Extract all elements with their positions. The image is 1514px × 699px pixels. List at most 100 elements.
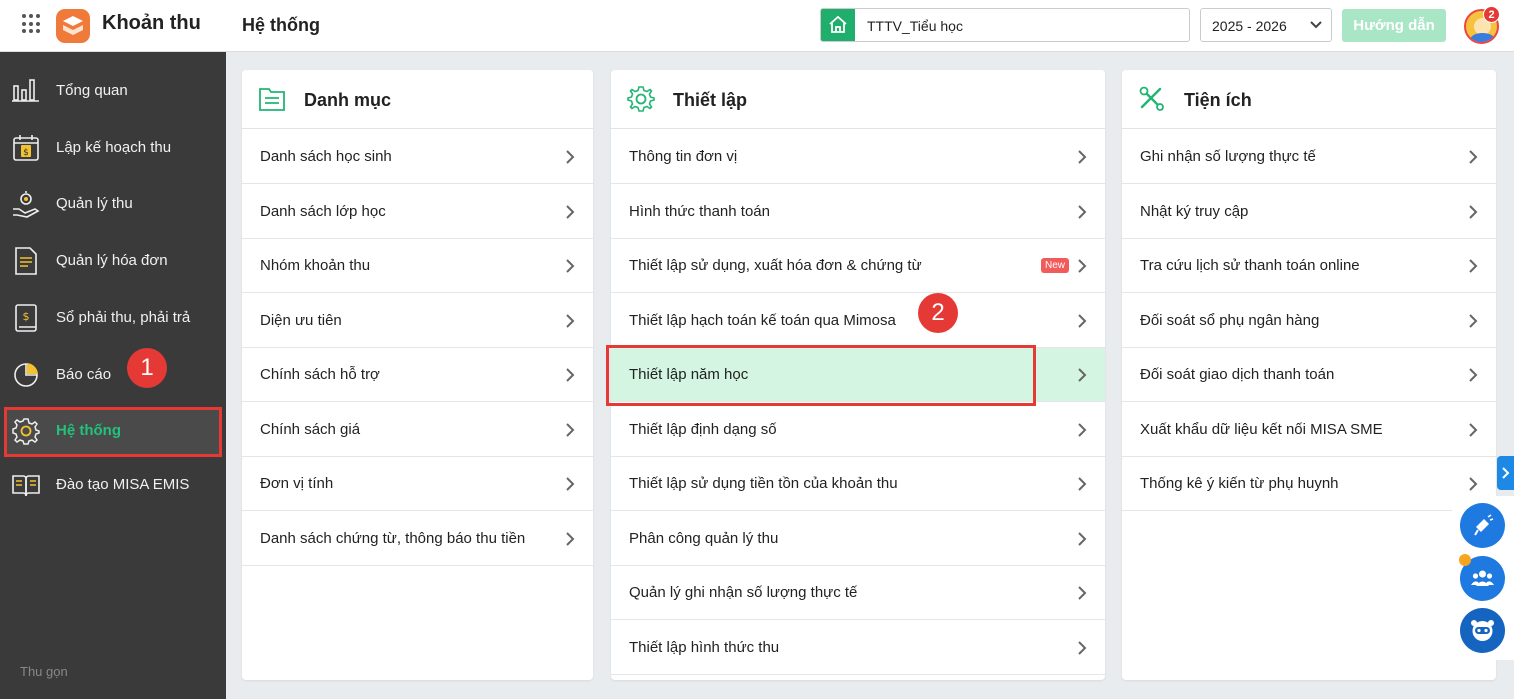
top-header: Khoản thu Hệ thống TTTV_Tiểu học 2025 - … (0, 0, 1514, 52)
menu-row-label: Danh sách học sinh (260, 148, 392, 165)
chatbot-icon[interactable] (1460, 608, 1505, 653)
panel-header: Thiết lập (611, 70, 1105, 129)
menu-row[interactable]: Phân công quản lý thu (611, 512, 1105, 566)
menu-row-label: Thông tin đơn vị (629, 148, 738, 165)
menu-row[interactable]: Thống kê ý kiến từ phụ huynh (1122, 457, 1496, 511)
bar-chart-icon (12, 79, 39, 102)
menu-row[interactable]: Chính sách hỗ trợ (242, 348, 593, 402)
menu-row-label: Thiết lập sử dụng, xuất hóa đơn & chứng … (629, 257, 922, 274)
sidebar-item-quan-ly-hoa-don[interactable]: Quản lý hóa đơn (0, 236, 226, 286)
menu-row[interactable]: Thiết lập sử dụng tiền tồn của khoản thu (611, 457, 1105, 511)
menu-row-label: Danh sách chứng từ, thông báo thu tiền (260, 529, 526, 547)
chevron-right-icon (1078, 204, 1087, 219)
sidebar-item-lap-ke-hoach-thu[interactable]: $ Lập kế hoạch thu (0, 123, 226, 173)
chevron-right-icon (1078, 640, 1087, 655)
menu-row[interactable]: Danh sách học sinh (242, 130, 593, 184)
panel-header: Danh mục (242, 70, 593, 129)
menu-row[interactable]: Nhật ký truy cập (1122, 185, 1496, 239)
chevron-right-icon (1078, 477, 1087, 491)
chevron-right-icon (1078, 531, 1087, 546)
chevron-right-icon (1469, 477, 1478, 491)
chevron-right-icon (1078, 586, 1087, 600)
menu-row-label: Ghi nhận số lượng thực tế (1140, 148, 1316, 165)
menu-row-label: Đối soát sổ phụ ngân hàng (1140, 311, 1320, 329)
sidebar-item-label: Báo cáo (56, 366, 112, 383)
menu-row[interactable]: Thiết lập hình thức thu (611, 621, 1105, 675)
menu-row-label: Thiết lập hạch toán kế toán qua Mimosa (629, 311, 896, 329)
menu-row[interactable]: Đơn vị tính (242, 457, 593, 511)
gear-icon (12, 418, 40, 445)
chevron-down-icon (1310, 21, 1322, 29)
sidebar-collapse-label[interactable]: Thu gọn (20, 664, 68, 679)
menu-row[interactable]: Tra cứu lịch sử thanh toán online (1122, 239, 1496, 293)
chevron-right-icon (1469, 313, 1478, 328)
sidebar-item-tong-quan[interactable]: Tổng quan (0, 66, 226, 116)
selection-highlight-frame (606, 345, 1036, 406)
sidebar-item-bao-cao[interactable]: Báo cáo (0, 350, 226, 400)
panel-title: Danh mục (304, 90, 392, 110)
sidebar-item-label: Quản lý hóa đơn (56, 252, 168, 269)
new-badge: New (1041, 258, 1070, 273)
chevron-right-icon (1078, 259, 1087, 273)
menu-row[interactable]: Thông tin đơn vị (611, 130, 1105, 184)
school-name: TTTV_Tiểu học (867, 18, 963, 34)
menu-row[interactable]: Thiết lập định dạng số (611, 403, 1105, 457)
chevron-right-icon (1469, 150, 1478, 164)
menu-row-label: Nhóm khoản thu (260, 257, 371, 274)
hand-coin-icon (13, 191, 40, 218)
announcement-icon[interactable] (1460, 503, 1505, 548)
panel-title: Thiết lập (673, 90, 748, 110)
tools-icon (1139, 86, 1164, 111)
chevron-right-icon (1469, 422, 1478, 437)
expand-side-tab[interactable] (1497, 456, 1514, 490)
panel-tien-ich: Tiện ích Ghi nhận số lượng thực tế Nhật k… (1122, 70, 1496, 680)
menu-row[interactable]: Thiết lập hạch toán kế toán qua Mimosa (611, 294, 1105, 348)
apps-grid-icon[interactable] (22, 14, 42, 34)
school-year-value: 2025 - 2026 (1212, 18, 1287, 34)
menu-row-label: Diện ưu tiên (260, 311, 342, 329)
sidebar-item-he-thong[interactable]: Hệ thống (0, 406, 226, 456)
menu-row-label: Phân công quản lý thu (629, 529, 779, 547)
sidebar-item-label: Lập kế hoạch thu (56, 139, 172, 156)
menu-row[interactable]: Đối soát sổ phụ ngân hàng (1122, 294, 1496, 348)
menu-row[interactable]: Chính sách giá (242, 403, 593, 457)
sidebar-item-dao-tao[interactable]: Đào tạo MISA EMIS (0, 460, 226, 510)
menu-row[interactable]: Diện ưu tiên (242, 294, 593, 348)
panel-danh-muc: Danh mục Danh sách học sinh Danh sách lớp… (242, 70, 593, 680)
svg-text:$: $ (23, 148, 29, 158)
menu-row[interactable]: Danh sách chứng từ, thông báo thu tiền (242, 512, 593, 566)
chevron-right-icon (1469, 204, 1478, 219)
menu-row-label: Tra cứu lịch sử thanh toán online (1140, 257, 1360, 274)
menu-row-label: Nhật ký truy cập (1140, 202, 1249, 220)
menu-row[interactable]: Quản lý ghi nhận số lượng thực tế (611, 566, 1105, 620)
sidebar-item-label: Sổ phải thu, phải trả (56, 309, 191, 326)
school-selector[interactable]: TTTV_Tiểu học (820, 8, 1190, 42)
chevron-right-icon (566, 422, 575, 437)
menu-row[interactable]: Xuất khẩu dữ liệu kết nối MISA SME (1122, 403, 1496, 457)
menu-row[interactable]: Ghi nhận số lượng thực tế (1122, 130, 1496, 184)
notification-dot (1459, 554, 1471, 566)
menu-row-label: Quản lý ghi nhận số lượng thực tế (629, 584, 858, 601)
school-home-icon (821, 9, 855, 41)
school-year-select[interactable]: 2025 - 2026 (1200, 8, 1332, 42)
menu-row[interactable]: Thiết lập sử dụng, xuất hóa đơn & chứng … (611, 239, 1105, 293)
menu-row[interactable]: Danh sách lớp học (242, 185, 593, 239)
step-1-marker: 1 (127, 348, 167, 388)
sidebar-item-label: Đào tạo MISA EMIS (56, 476, 190, 493)
menu-row-label: Chính sách giá (260, 420, 361, 438)
menu-row-label: Hình thức thanh toán (629, 202, 770, 220)
calendar-dollar-icon: $ (13, 135, 39, 161)
menu-row[interactable]: Hình thức thanh toán (611, 185, 1105, 239)
sidebar-item-so-phai-thu[interactable]: $ Sổ phải thu, phải trả (0, 293, 226, 343)
menu-row-label: Đối soát giao dịch thanh toán (1140, 366, 1335, 383)
sidebar-item-quan-ly-thu[interactable]: Quản lý thu (0, 179, 226, 229)
chevron-right-icon (1078, 313, 1087, 328)
panel-title: Tiện ích (1184, 90, 1252, 110)
notification-badge: 2 (1483, 6, 1500, 23)
menu-row[interactable]: Nhóm khoản thu (242, 239, 593, 293)
sidebar-item-label: Tổng quan (56, 82, 128, 99)
chevron-right-icon (566, 313, 575, 328)
chevron-right-icon (1078, 150, 1087, 164)
menu-row[interactable]: Đối soát giao dịch thanh toán (1122, 348, 1496, 402)
guide-button[interactable]: Hướng dẫn (1342, 9, 1446, 42)
